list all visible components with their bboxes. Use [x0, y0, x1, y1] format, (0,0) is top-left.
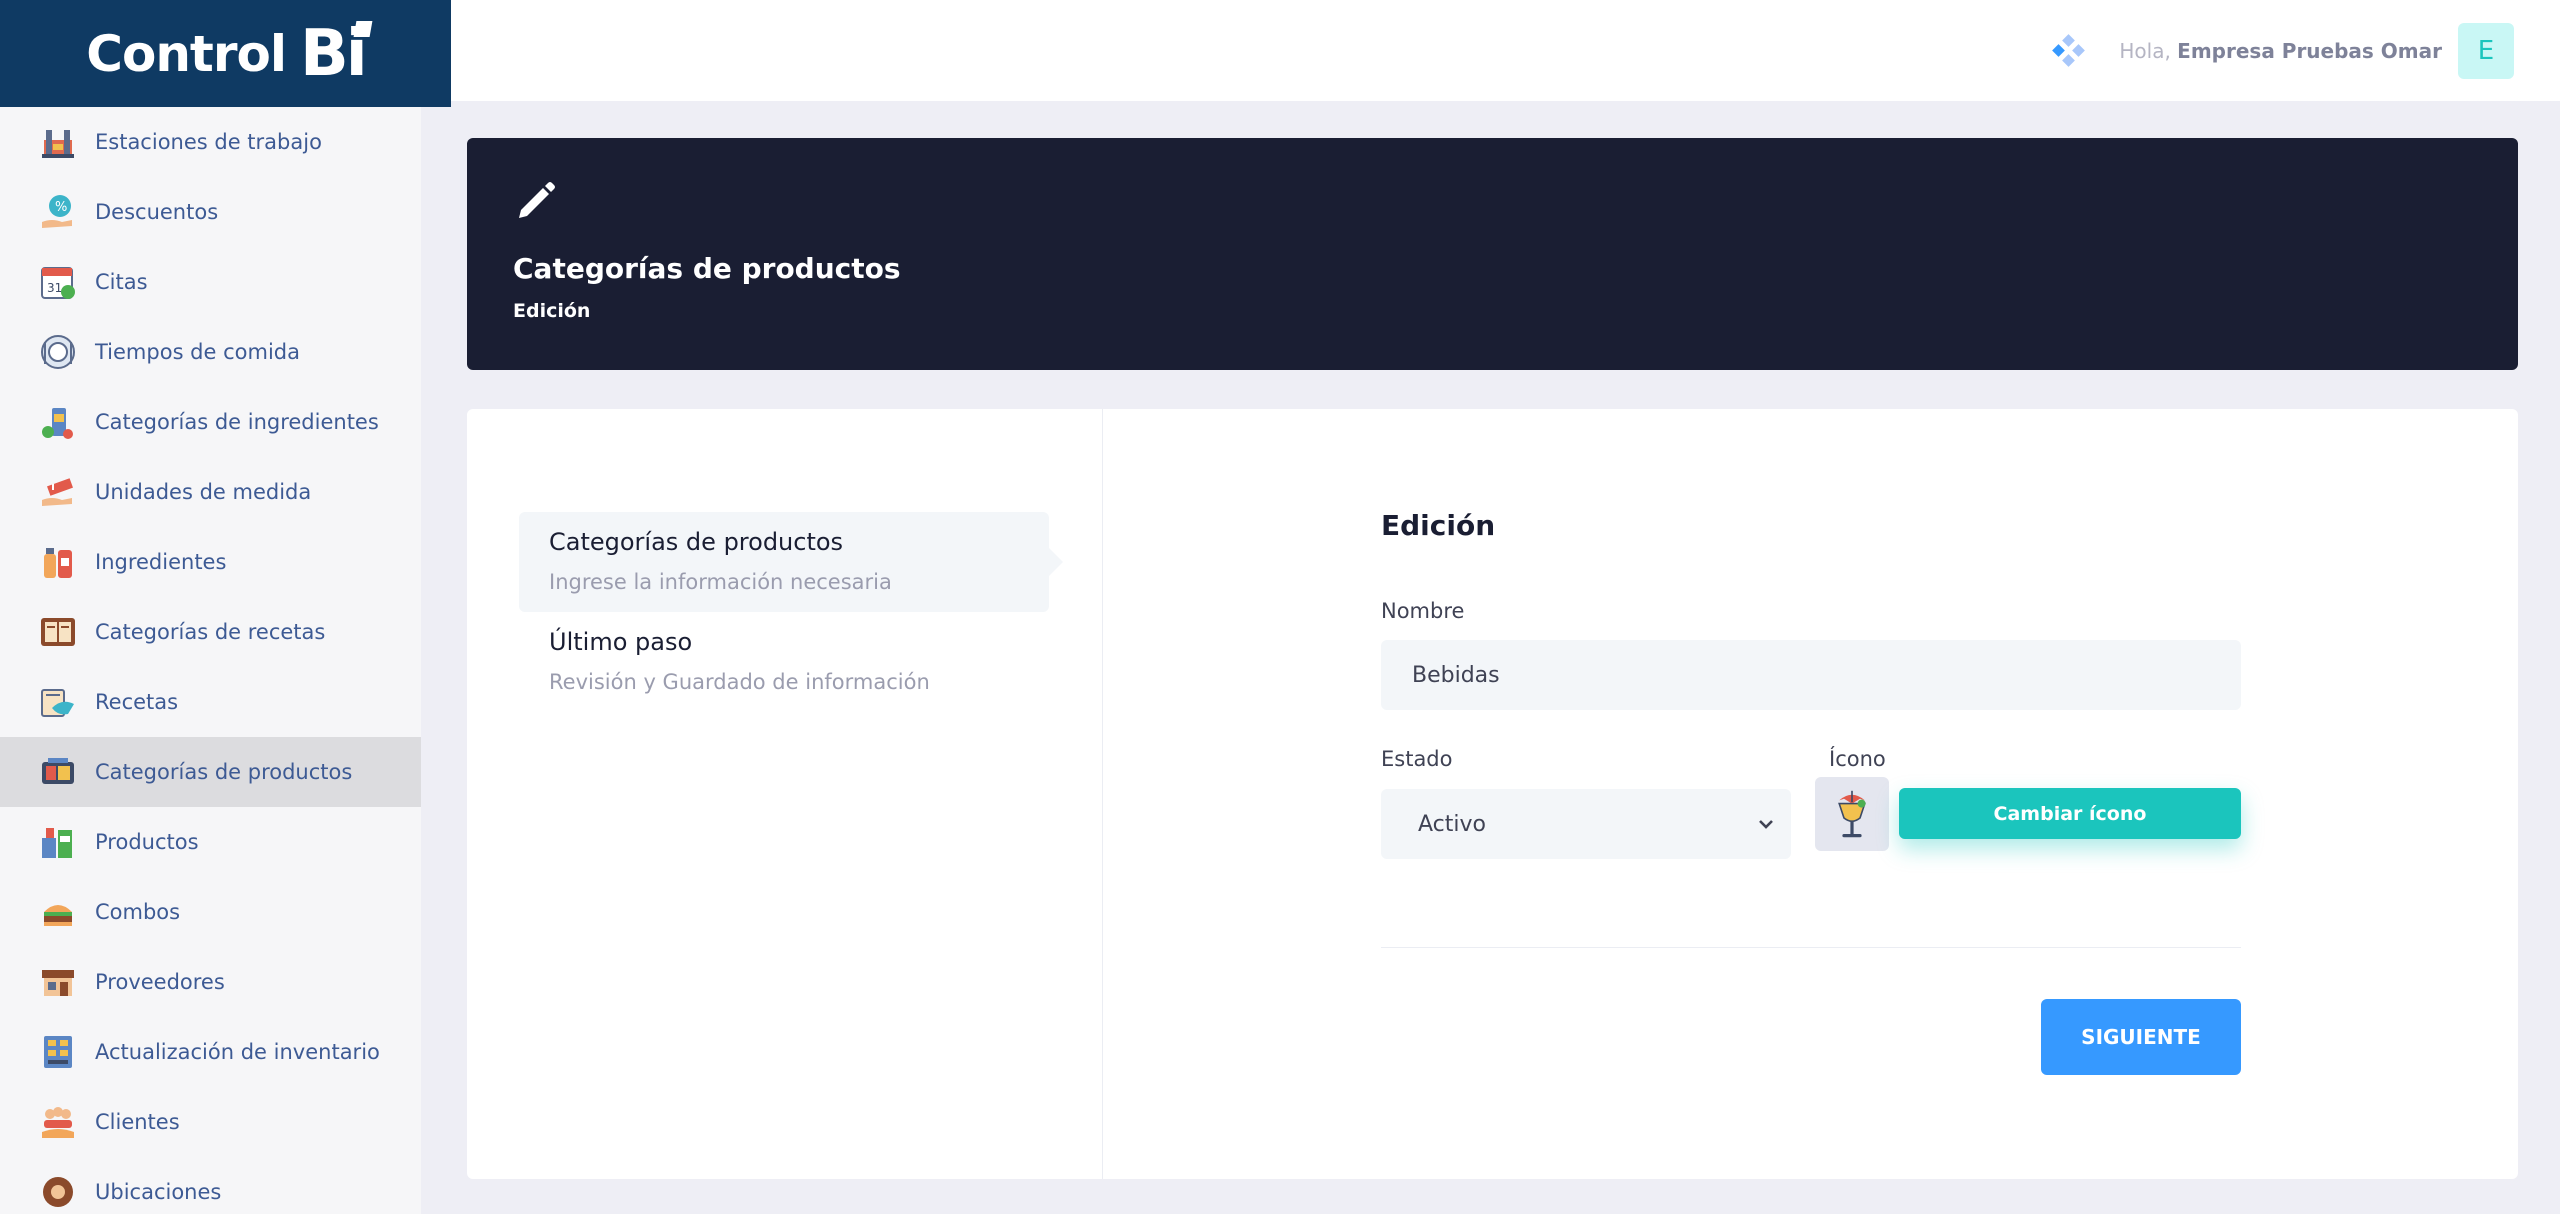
greeting-text: Hola, [2119, 39, 2171, 63]
combos-icon [38, 892, 78, 932]
pencil-icon [513, 178, 559, 224]
recipe-category-icon [38, 612, 78, 652]
status-select[interactable]: Activo [1381, 789, 1791, 859]
sidebar-item-unidades[interactable]: Unidades de medida [0, 457, 421, 527]
meal-time-icon [38, 332, 78, 372]
form-title: Edición [1381, 509, 1496, 542]
sidebar-item-citas[interactable]: 31 Citas [0, 247, 421, 317]
page-header: Categorías de productos Edición [467, 138, 2518, 370]
ingredients-icon [38, 542, 78, 582]
sidebar-item-ubicaciones[interactable]: Ubicaciones [0, 1157, 421, 1214]
name-input[interactable]: Bebidas [1381, 640, 2241, 710]
sidebar-item-inventario[interactable]: Actualización de inventario [0, 1017, 421, 1087]
sidebar-item-estaciones[interactable]: Estaciones de trabajo [0, 107, 421, 177]
user-name: Empresa Pruebas Omar [2177, 39, 2442, 63]
brand-logo[interactable]: Control Bi [0, 0, 451, 107]
brand-suffix: Bi [300, 17, 373, 91]
calendar-icon: 31 [38, 262, 78, 302]
step-title: Último paso [549, 628, 693, 656]
svg-text:%: % [55, 200, 67, 215]
status-value: Activo [1418, 811, 1486, 837]
sidebar-item-descuentos[interactable]: % Descuentos [0, 177, 421, 247]
icon-preview [1815, 777, 1889, 851]
measure-icon [38, 472, 78, 512]
suppliers-icon [38, 962, 78, 1002]
avatar[interactable]: E [2458, 23, 2514, 79]
recipes-icon [38, 682, 78, 722]
topbar: Hola, Empresa Pruebas Omar E [451, 0, 2560, 101]
svg-text:31: 31 [47, 281, 62, 295]
workstation-icon [38, 122, 78, 162]
step-title: Categorías de productos [549, 528, 844, 556]
cocktail-icon [1838, 790, 1866, 838]
name-value: Bebidas [1412, 662, 1500, 688]
inventory-icon [38, 1032, 78, 1072]
wizard-card: Categorías de productos Ingrese la infor… [467, 409, 2518, 1179]
wizard-step-2[interactable]: Último paso Revisión y Guardado de infor… [519, 612, 1049, 712]
form-divider [1381, 947, 2241, 948]
sidebar-item-combos[interactable]: Combos [0, 877, 421, 947]
step-description: Revisión y Guardado de información [549, 670, 930, 694]
sidebar-item-recetas[interactable]: Recetas [0, 667, 421, 737]
next-button[interactable]: SIGUIENTE [2041, 999, 2241, 1075]
sidebar-item-ingredientes[interactable]: Ingredientes [0, 527, 421, 597]
page-subtitle: Edición [513, 300, 591, 322]
greeting[interactable]: Hola, Empresa Pruebas Omar [2119, 39, 2442, 63]
clients-icon [38, 1102, 78, 1142]
sidebar-item-clientes[interactable]: Clientes [0, 1087, 421, 1157]
sidebar: Estaciones de trabajo % Descuentos 31 Ci… [0, 107, 421, 1214]
step-description: Ingrese la información necesaria [549, 570, 892, 594]
sidebar-item-cat-recetas[interactable]: Categorías de recetas [0, 597, 421, 667]
discount-icon: % [38, 192, 78, 232]
page-title: Categorías de productos [513, 252, 901, 285]
divider [1102, 409, 1103, 1179]
locations-icon [38, 1172, 78, 1212]
change-icon-button[interactable]: Cambiar ícono [1899, 788, 2241, 839]
chevron-down-icon [1759, 820, 1773, 829]
apps-icon[interactable] [2051, 34, 2086, 68]
sidebar-item-cat-ingredientes[interactable]: Categorías de ingredientes [0, 387, 421, 457]
sidebar-item-tiempos[interactable]: Tiempos de comida [0, 317, 421, 387]
icon-label: Ícono [1829, 747, 1886, 771]
sidebar-item-productos[interactable]: Productos [0, 807, 421, 877]
product-category-icon [38, 752, 78, 792]
name-label: Nombre [1381, 599, 1465, 623]
sidebar-item-cat-productos[interactable]: Categorías de productos [0, 737, 421, 807]
ingredient-category-icon [38, 402, 78, 442]
user-menu: Hola, Empresa Pruebas Omar E [2051, 23, 2514, 79]
sidebar-item-proveedores[interactable]: Proveedores [0, 947, 421, 1017]
brand-name: Control [86, 24, 287, 83]
wizard-step-1[interactable]: Categorías de productos Ingrese la infor… [519, 512, 1063, 612]
status-label: Estado [1381, 747, 1453, 771]
products-icon [38, 822, 78, 862]
